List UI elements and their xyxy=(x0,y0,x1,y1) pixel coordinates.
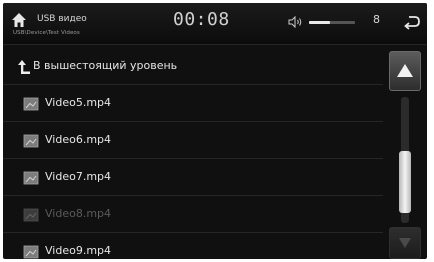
speaker-icon[interactable] xyxy=(288,16,304,28)
list-item[interactable]: Video8.mp4 xyxy=(3,197,383,233)
clock: 00:08 xyxy=(173,9,230,30)
scroll-down-button[interactable] xyxy=(389,227,421,259)
volume-level-fill xyxy=(309,21,330,24)
file-name: Video7.mp4 xyxy=(45,170,112,183)
file-list: В вышестоящий уровень Video5.mp4 Video6.… xyxy=(3,49,383,259)
triangle-up-icon xyxy=(397,64,413,77)
level-up-icon xyxy=(18,60,30,74)
scroll-up-button[interactable] xyxy=(389,51,421,91)
video-file-icon xyxy=(23,134,39,148)
list-item[interactable]: Video7.mp4 xyxy=(3,160,383,196)
triangle-down-icon xyxy=(399,238,411,248)
scroll-thumb[interactable] xyxy=(399,151,411,214)
home-icon[interactable] xyxy=(11,12,27,28)
scrollbar[interactable] xyxy=(387,49,423,259)
volume-value: 8 xyxy=(373,13,380,26)
source-title: USB видео xyxy=(37,14,87,24)
usb-video-screen: USB видео USB\Device\Test Videos 00:08 8… xyxy=(3,3,427,259)
list-item[interactable]: Video6.mp4 xyxy=(3,123,383,159)
video-file-icon xyxy=(23,208,39,222)
file-name: Video8.mp4 xyxy=(45,207,112,220)
list-item-parent-folder[interactable]: В вышестоящий уровень xyxy=(3,49,383,85)
file-name: Video5.mp4 xyxy=(45,96,112,109)
list-item[interactable]: Video9.mp4 xyxy=(3,234,383,259)
list-item[interactable]: Video5.mp4 xyxy=(3,86,383,122)
file-name: Video9.mp4 xyxy=(45,244,112,257)
video-file-icon xyxy=(23,171,39,185)
video-file-icon xyxy=(23,245,39,259)
video-file-icon xyxy=(23,97,39,111)
status-bar: USB видео USB\Device\Test Videos 00:08 8 xyxy=(3,3,427,45)
file-name: Video6.mp4 xyxy=(45,133,112,146)
back-arrow-icon[interactable] xyxy=(403,13,421,31)
volume-slider[interactable] xyxy=(309,21,355,24)
parent-folder-label: В вышестоящий уровень xyxy=(33,59,178,72)
folder-path: USB\Device\Test Videos xyxy=(13,30,80,36)
